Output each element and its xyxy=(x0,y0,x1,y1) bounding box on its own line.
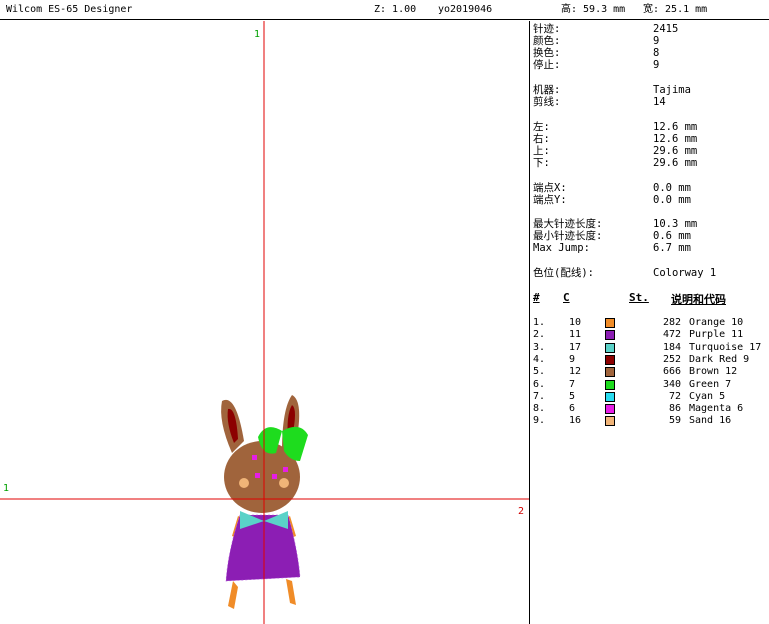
color-name: Dark Red 9 xyxy=(689,353,750,365)
col-header-number: # xyxy=(533,291,540,304)
right-cheek xyxy=(279,478,289,488)
color-swatch xyxy=(605,342,615,353)
design-canvas[interactable]: 1 1 2 xyxy=(0,21,530,624)
color-row[interactable]: 1. 10 282 Orange 10 xyxy=(533,317,769,329)
color-stitches: 59 xyxy=(668,415,681,427)
design-width: 宽: 25.1 mm xyxy=(643,4,708,15)
col-header-code: C xyxy=(563,291,570,304)
color-code: 11 xyxy=(569,329,582,341)
left-foot xyxy=(228,581,238,609)
color-stitches: 666 xyxy=(662,366,681,378)
color-code: 12 xyxy=(569,366,582,378)
color-swatch xyxy=(605,367,615,378)
face-dot xyxy=(283,467,288,472)
color-swatch xyxy=(605,391,615,402)
axis-marker-top: 1 xyxy=(254,29,261,40)
color-name: Cyan 5 xyxy=(689,390,726,402)
color-code: 16 xyxy=(569,415,582,427)
color-stitches: 282 xyxy=(662,317,681,328)
design-height: 高: 59.3 mm xyxy=(561,4,626,15)
title-bar: Wilcom ES-65 Designer Z: 1.00 yo2019046 … xyxy=(0,0,769,20)
color-stitches: 252 xyxy=(662,353,681,365)
color-index: 7. xyxy=(533,390,546,402)
file-name: yo2019046 xyxy=(438,4,493,15)
color-swatch xyxy=(605,318,615,328)
color-name: Brown 12 xyxy=(689,366,738,378)
color-name: Orange 10 xyxy=(689,317,744,328)
color-index: 4. xyxy=(533,353,546,365)
left-cheek xyxy=(239,478,249,488)
color-index: 5. xyxy=(533,366,546,378)
color-code: 17 xyxy=(569,341,582,353)
col-header-stitches: St. xyxy=(629,291,649,304)
color-stitches: 184 xyxy=(662,341,681,353)
color-row[interactable]: 6. 7 340 Green 7 xyxy=(533,379,769,391)
color-name: Magenta 6 xyxy=(689,403,744,415)
color-index: 3. xyxy=(533,341,546,353)
color-code: 10 xyxy=(569,317,582,328)
color-row[interactable]: 7. 5 72 Cyan 5 xyxy=(533,391,769,403)
color-row[interactable]: 2. 11 472 Purple 11 xyxy=(533,329,769,341)
axis-marker-left: 1 xyxy=(3,483,10,494)
design-info-panel: 针迹: 2415 颜色: 9 换色: 8 停止: 9 机器: Tajima 剪线: 14 左… xyxy=(531,21,769,624)
color-stitches: 86 xyxy=(668,403,681,415)
color-row[interactable]: 5. 12 666 Brown 12 xyxy=(533,366,769,378)
right-foot xyxy=(286,579,296,605)
face-dot xyxy=(252,455,257,460)
color-stitches: 72 xyxy=(668,390,681,402)
color-index: 1. xyxy=(533,317,546,328)
col-header-description: 说明和代码 xyxy=(671,293,726,306)
color-name: Turquoise 17 xyxy=(689,341,762,353)
app-title: Wilcom ES-65 Designer xyxy=(6,4,133,15)
zoom-readout: Z: 1.00 xyxy=(374,4,417,15)
color-code: 5 xyxy=(569,390,576,402)
color-swatch xyxy=(605,404,615,415)
color-swatch xyxy=(605,379,615,390)
color-stitches: 472 xyxy=(662,329,681,341)
face-dot xyxy=(272,474,277,479)
color-row[interactable]: 4. 9 252 Dark Red 9 xyxy=(533,354,769,366)
color-swatch xyxy=(605,330,615,341)
color-index: 6. xyxy=(533,378,546,390)
color-name: Green 7 xyxy=(689,378,732,390)
color-row[interactable]: 9. 16 59 Sand 16 xyxy=(533,415,769,427)
color-index: 9. xyxy=(533,415,546,427)
color-index: 8. xyxy=(533,403,546,415)
color-row[interactable]: 8. 6 86 Magenta 6 xyxy=(533,403,769,415)
embroidery-preview xyxy=(0,21,529,624)
dress xyxy=(226,515,300,581)
color-code: 9 xyxy=(569,353,576,365)
color-code: 7 xyxy=(569,378,576,390)
axis-marker-right: 2 xyxy=(518,506,525,517)
color-name: Purple 11 xyxy=(689,329,744,341)
color-swatch xyxy=(605,416,615,427)
color-swatch xyxy=(605,354,615,365)
color-row[interactable]: 3. 17 184 Turquoise 17 xyxy=(533,342,769,354)
face-dot xyxy=(255,473,260,478)
color-index: 2. xyxy=(533,329,546,341)
color-code: 6 xyxy=(569,403,576,415)
color-name: Sand 16 xyxy=(689,415,732,427)
color-stitches: 340 xyxy=(662,378,681,390)
